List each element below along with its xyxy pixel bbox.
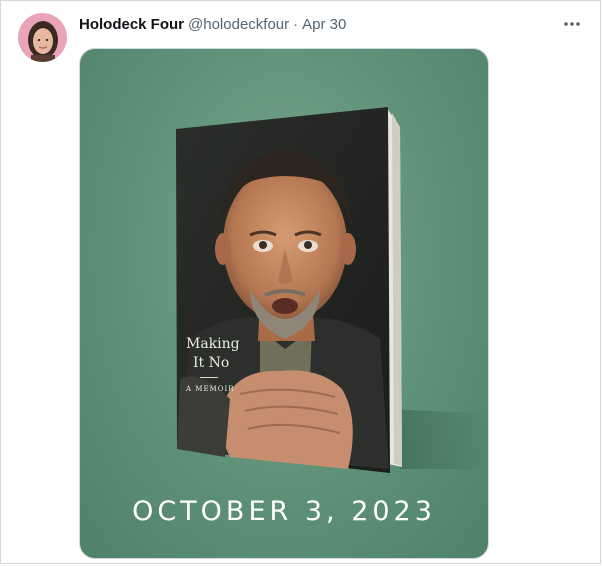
book-title-line2: It No [193,355,230,371]
book-cover-illustration [176,107,488,473]
tweet-media-image[interactable]: Making It No A MEMOIR OCTOBER 3, 2023 [79,48,489,559]
author-name[interactable]: Holodeck Four [79,16,184,33]
tweet-card[interactable]: Holodeck Four @holodeckfour · Apr 30 Mak… [0,0,601,564]
avatar[interactable] [18,13,67,62]
book-subtitle: A MEMOIR [186,385,235,393]
separator-dot: · [293,15,299,33]
tweet-date[interactable]: Apr 30 [302,16,346,33]
author-handle[interactable]: @holodeckfour [188,16,289,33]
cover-divider [200,377,218,378]
more-horizontal-icon [564,22,580,26]
avatar-image [18,13,67,62]
release-date: OCTOBER 3, 2023 [132,496,436,527]
book-title-line1: Making [186,336,240,352]
tweet-header: Holodeck Four @holodeckfour · Apr 30 [79,14,570,34]
more-options-button[interactable] [562,14,582,34]
